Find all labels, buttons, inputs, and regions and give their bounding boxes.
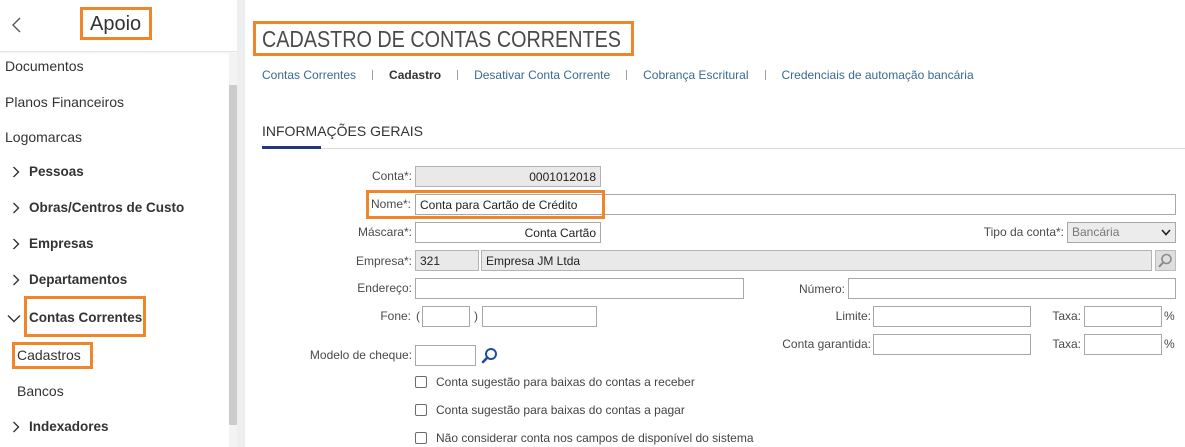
sidebar-item-bancos[interactable]: Bancos	[0, 381, 228, 401]
chevron-down-icon	[1161, 229, 1171, 236]
checkbox-label: Não considerar conta nos campos de dispo…	[436, 431, 754, 445]
fone-close-paren: )	[474, 309, 478, 323]
sidebar-item-label: Logomarcas	[5, 129, 83, 145]
empresa-name-input[interactable]	[481, 250, 1152, 271]
sidebar-item-cadastros[interactable]: Cadastros	[0, 345, 228, 365]
fone-ddd-input[interactable]	[422, 306, 470, 327]
sidebar-title: Apoio	[90, 13, 142, 35]
sidebar: Apoio Documentos Planos Financeiros Logo…	[0, 0, 237, 447]
back-button[interactable]	[8, 16, 26, 34]
tab-cobranca-escritural[interactable]: Cobrança Escritural	[643, 67, 748, 83]
search-icon	[481, 347, 497, 363]
sidebar-item-documentos[interactable]: Documentos	[0, 56, 228, 76]
checkbox[interactable]	[415, 376, 427, 388]
numero-input[interactable]	[848, 278, 1176, 299]
nome-label: Nome*:	[370, 197, 411, 211]
sidebar-item-label: Documentos	[5, 58, 84, 74]
chevron-right-icon	[13, 238, 20, 250]
conta-garantida-input[interactable]	[873, 334, 1031, 355]
tab-separator	[626, 70, 628, 80]
sidebar-header: Apoio	[0, 0, 237, 52]
checkbox-conta-sugestao-receber[interactable]: Conta sugestão para baixas do contas a r…	[415, 374, 835, 390]
chevron-left-icon	[12, 17, 21, 33]
section-divider	[262, 148, 1185, 149]
tab-credenciais-automacao-bancaria[interactable]: Credenciais de automação bancária	[782, 67, 974, 83]
tab-bar: Contas Correntes Cadastro Desativar Cont…	[262, 67, 974, 83]
sidebar-item-departamentos[interactable]: Departamentos	[0, 270, 228, 290]
tipo-conta-select[interactable]: Bancária	[1067, 222, 1176, 243]
content-gutter	[237, 0, 245, 447]
empresa-search-button[interactable]	[1155, 250, 1176, 271]
sidebar-item-logomarcas[interactable]: Logomarcas	[0, 127, 228, 147]
checkbox-label: Conta sugestão para baixas do contas a r…	[436, 375, 695, 389]
sidebar-item-label: Bancos	[17, 383, 64, 399]
empresa-label: Empresa*:	[355, 254, 412, 268]
taxa-garantida-unit: %	[1164, 337, 1175, 351]
sidebar-item-label: Cadastros	[17, 347, 81, 363]
conta-input[interactable]	[415, 166, 601, 187]
sidebar-item-label: Obras/Centros de Custo	[29, 200, 185, 215]
tab-separator	[372, 70, 374, 80]
tab-separator	[457, 70, 459, 80]
sidebar-item-label: Pessoas	[29, 164, 84, 179]
nome-input[interactable]	[415, 194, 1176, 215]
search-icon	[1158, 253, 1172, 268]
empresa-code-input[interactable]	[415, 250, 479, 271]
section-title: INFORMAÇÕES GERAIS	[262, 123, 424, 139]
tab-desativar-conta-corrente[interactable]: Desativar Conta Corrente	[474, 67, 610, 83]
limite-input[interactable]	[873, 306, 1031, 327]
sidebar-item-empresas[interactable]: Empresas	[0, 234, 228, 254]
limite-label: Limite:	[835, 309, 871, 323]
fone-number-input[interactable]	[482, 306, 597, 327]
sidebar-item-label: Departamentos	[29, 272, 128, 287]
sidebar-item-label: Planos Financeiros	[5, 94, 125, 110]
taxa-garantida-label: Taxa:	[1052, 337, 1081, 351]
sidebar-scrollbar-thumb[interactable]	[229, 85, 237, 425]
taxa-limite-input[interactable]	[1084, 306, 1162, 327]
tab-separator	[764, 70, 766, 80]
conta-garantida-label: Conta garantida:	[782, 337, 871, 351]
fone-open-paren: (	[416, 309, 420, 323]
checkbox-nao-considerar-disponivel[interactable]: Não considerar conta nos campos de dispo…	[415, 430, 835, 446]
chevron-right-icon	[13, 166, 20, 178]
mascara-label: Máscara*:	[357, 225, 412, 239]
tab-contas-correntes[interactable]: Contas Correntes	[262, 67, 356, 83]
page-title: CADASTRO DE CONTAS CORRENTES	[262, 26, 622, 52]
sidebar-item-label: Contas Correntes	[29, 310, 143, 325]
sidebar-item-obras-centros-de-custo[interactable]: Obras/Centros de Custo	[0, 198, 228, 218]
checkbox-conta-sugestao-pagar[interactable]: Conta sugestão para baixas do contas a p…	[415, 402, 835, 418]
sidebar-item-label: Empresas	[29, 236, 94, 251]
chevron-right-icon	[13, 421, 20, 433]
endereco-label: Endereço:	[357, 281, 412, 295]
modelo-cheque-search-button[interactable]	[480, 345, 498, 365]
main-content: CADASTRO DE CONTAS CORRENTES Contas Corr…	[237, 0, 1185, 447]
fone-label: Fone:	[380, 309, 411, 323]
checkbox-label: Conta sugestão para baixas do contas a p…	[436, 403, 685, 417]
endereco-input[interactable]	[415, 278, 744, 299]
chevron-down-icon	[7, 315, 21, 323]
mascara-input[interactable]	[415, 222, 601, 243]
sidebar-item-indexadores[interactable]: Indexadores	[0, 417, 228, 437]
sidebar-item-label: Indexadores	[29, 419, 109, 434]
tipo-conta-selected-value: Bancária	[1072, 225, 1120, 239]
numero-label: Número:	[798, 282, 845, 296]
taxa-limite-unit: %	[1164, 309, 1175, 323]
tipo-conta-label: Tipo da conta*:	[983, 225, 1064, 239]
sidebar-item-planos-financeiros[interactable]: Planos Financeiros	[0, 92, 228, 112]
conta-label: Conta*:	[371, 169, 412, 183]
checkbox[interactable]	[415, 404, 427, 416]
modelo-cheque-label: Modelo de cheque:	[309, 348, 412, 362]
sidebar-item-contas-correntes[interactable]: Contas Correntes	[0, 308, 228, 328]
chevron-right-icon	[13, 202, 20, 214]
tab-cadastro[interactable]: Cadastro	[389, 67, 441, 83]
chevron-right-icon	[13, 274, 20, 286]
section-underline-accent	[262, 146, 321, 149]
taxa-garantida-input[interactable]	[1084, 334, 1162, 355]
taxa-limite-label: Taxa:	[1052, 309, 1081, 323]
checkbox[interactable]	[415, 432, 427, 444]
sidebar-item-pessoas[interactable]: Pessoas	[0, 162, 228, 182]
modelo-cheque-input[interactable]	[415, 345, 476, 366]
